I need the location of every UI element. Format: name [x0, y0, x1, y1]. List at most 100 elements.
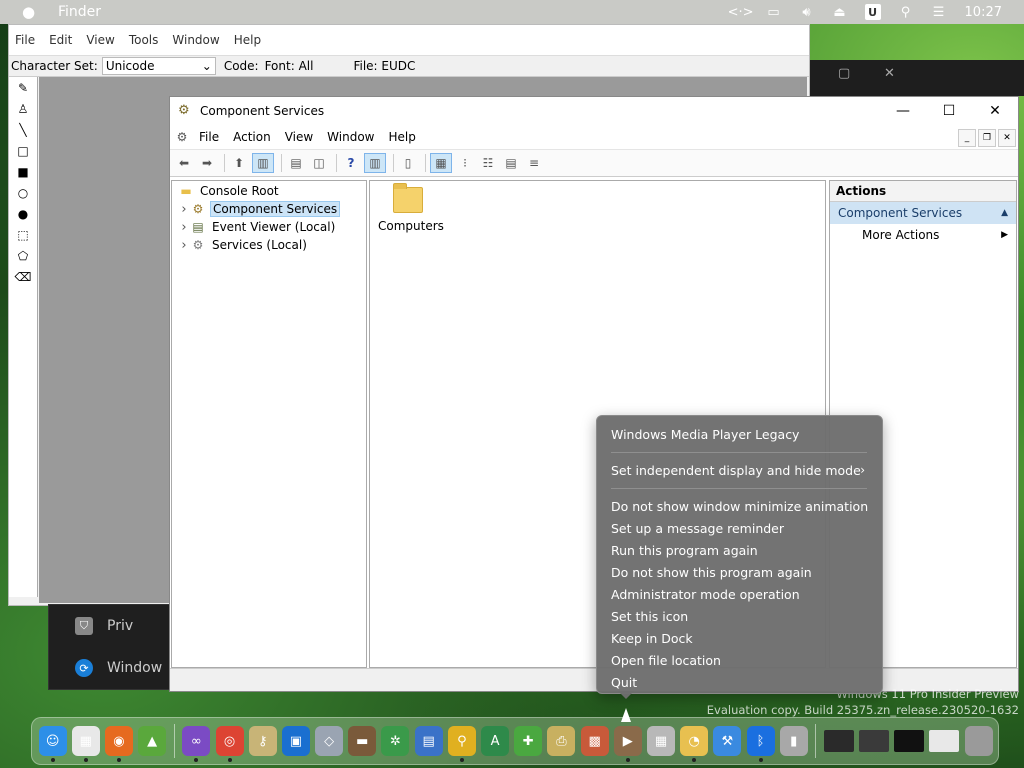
control-center-icon[interactable]: ☰	[928, 3, 950, 21]
minimized-window-3-icon[interactable]	[894, 730, 925, 752]
mdi-restore-button[interactable]: ❐	[978, 129, 996, 147]
tree-item[interactable]: ▬ Console Root	[160, 182, 366, 200]
refresh-icon[interactable]: ◫	[309, 154, 329, 172]
context-menu-item[interactable]: Run this program again	[611, 540, 869, 560]
back-arrow-icon[interactable]: ⬅	[174, 154, 194, 172]
freeform-select-icon[interactable]: ⬠	[9, 245, 37, 266]
hollow-rectangle-icon[interactable]: □	[9, 140, 37, 161]
firefox-icon[interactable]: ◉	[104, 726, 133, 762]
context-menu-item[interactable]: Do not show this program again	[611, 562, 869, 582]
context-menu-item[interactable]: Keep in Dock	[611, 628, 869, 648]
code-icon[interactable]: <·>	[728, 3, 754, 21]
show-hide-tree-icon[interactable]: ▥	[252, 153, 274, 173]
minimized-window-2-icon[interactable]	[859, 730, 890, 752]
large-icons-view-icon[interactable]: ▦	[430, 153, 452, 173]
eudc-menu-file[interactable]: File	[15, 33, 35, 47]
menu-file[interactable]: File	[199, 130, 219, 144]
pencil-icon[interactable]: ✎	[9, 77, 37, 98]
computers-folder[interactable]: Computers	[378, 183, 444, 233]
mdi-minimize-button[interactable]: _	[958, 129, 976, 147]
active-app-name[interactable]: Finder	[58, 4, 101, 20]
eudc-menu-view[interactable]: View	[86, 33, 114, 47]
close-button[interactable]: ✕	[972, 97, 1018, 125]
calculator-icon[interactable]: ▦	[646, 726, 675, 756]
charset-select[interactable]: Unicode ⌄	[101, 57, 216, 75]
context-menu-item[interactable]: Set independent display and hide mode ›	[611, 460, 869, 480]
keychain-icon[interactable]: ⚷	[248, 726, 277, 756]
menu-view[interactable]: View	[285, 130, 313, 144]
popup-row-update[interactable]: ⟳ Window	[49, 647, 171, 689]
search-magnifier-icon[interactable]: ⚲	[447, 726, 476, 762]
menu-action[interactable]: Action	[233, 130, 271, 144]
maximize-icon[interactable]: ▢	[838, 66, 850, 81]
tree-item[interactable]: › ⚙ Services (Local)	[172, 236, 366, 254]
menu-help[interactable]: Help	[389, 130, 416, 144]
font-app-icon[interactable]: A	[481, 726, 510, 756]
eudc-menu-help[interactable]: Help	[234, 33, 261, 47]
detail-view-icon[interactable]: ▤	[501, 154, 521, 172]
tree-item[interactable]: › ▤ Event Viewer (Local)	[172, 218, 366, 236]
hollow-ellipse-icon[interactable]: ○	[9, 182, 37, 203]
new-window-icon[interactable]: ▯	[398, 154, 418, 172]
small-icons-view-icon[interactable]: ⁝	[455, 154, 475, 172]
apple-menu-icon[interactable]: ●	[22, 4, 38, 20]
minimize-button[interactable]: —	[880, 97, 926, 125]
up-folder-icon[interactable]: ⬆	[229, 154, 249, 172]
line-icon[interactable]: ╲	[9, 119, 37, 140]
bluetooth-icon[interactable]: ᛒ	[746, 726, 775, 762]
volume-icon[interactable]: 🔊︎	[796, 3, 818, 21]
popup-row-security[interactable]: ⛉ Priv	[49, 605, 171, 647]
eject-icon[interactable]: ⏏	[829, 3, 851, 21]
clock[interactable]: 10:27	[965, 5, 1002, 20]
launchpad-icon[interactable]: ▦	[71, 726, 100, 762]
trash-icon[interactable]	[964, 726, 993, 756]
expand-chevron-icon[interactable]: ›	[178, 220, 190, 235]
context-menu-item[interactable]: Open file location	[611, 650, 869, 670]
search-icon[interactable]: ⚲	[895, 3, 917, 21]
context-menu-item[interactable]: Administrator mode operation	[611, 584, 869, 604]
control-panel-icon[interactable]: ▤	[414, 726, 443, 756]
more-actions-item[interactable]: More Actions ▶	[830, 224, 1016, 246]
maximize-button[interactable]: ☐	[926, 97, 972, 125]
u-app-icon[interactable]: U	[862, 3, 884, 21]
context-menu-item[interactable]: Do not show window minimize animation	[611, 496, 869, 516]
network-tool-icon[interactable]: ✲	[381, 726, 410, 756]
tree-item[interactable]: › ⚙ Component Services	[172, 200, 366, 218]
list-view-icon[interactable]: ☷	[478, 154, 498, 172]
visual-studio-icon[interactable]: ∞	[182, 726, 211, 762]
brush-icon[interactable]: ♙	[9, 98, 37, 119]
chrome-icon[interactable]: ◎	[215, 726, 244, 762]
filled-rectangle-icon[interactable]: ■	[9, 161, 37, 182]
mdi-close-button[interactable]: ✕	[998, 129, 1016, 147]
context-menu-item[interactable]: Windows Media Player Legacy	[611, 424, 869, 444]
scanner-icon[interactable]: ▬	[348, 726, 377, 756]
eudc-menu-window[interactable]: Window	[172, 33, 219, 47]
display-icon[interactable]: ▭	[763, 3, 785, 21]
show-hide-action-pane-icon[interactable]: ▥	[364, 153, 386, 173]
drive-icon[interactable]: ▮	[779, 726, 808, 756]
context-menu-item[interactable]: Set up a message reminder	[611, 518, 869, 538]
image-editor-icon[interactable]: ▲	[138, 726, 167, 756]
eudc-menu-tools[interactable]: Tools	[129, 33, 159, 47]
archive-icon[interactable]: ◇	[315, 726, 344, 756]
expand-chevron-icon[interactable]: ›	[178, 238, 190, 253]
close-icon[interactable]: ✕	[884, 66, 895, 81]
printer-icon[interactable]: ⎙	[547, 726, 576, 756]
help-icon[interactable]: ?	[341, 154, 361, 172]
status-view-icon[interactable]: ≡	[524, 154, 544, 172]
app-blue-icon[interactable]: ▣	[281, 726, 310, 756]
context-menu-item[interactable]: Quit	[611, 672, 869, 692]
add-program-icon[interactable]: ✚	[514, 726, 543, 756]
media-player-icon[interactable]: ▶	[613, 726, 642, 762]
xcode-icon[interactable]: ⚒	[713, 726, 742, 756]
menu-window[interactable]: Window	[327, 130, 374, 144]
component-box-icon[interactable]: ▩	[580, 726, 609, 756]
finder-icon[interactable]: ☺	[38, 726, 67, 762]
title-bar[interactable]: ⚙ Component Services — ☐ ✕	[170, 97, 1018, 125]
eudc-menu-edit[interactable]: Edit	[49, 33, 72, 47]
rect-select-icon[interactable]: ⬚	[9, 224, 37, 245]
minimized-window-1-icon[interactable]	[823, 730, 854, 752]
expand-chevron-icon[interactable]: ›	[178, 202, 190, 217]
folder-clock-icon[interactable]: ◔	[680, 726, 709, 762]
context-menu-item[interactable]: Set this icon	[611, 606, 869, 626]
